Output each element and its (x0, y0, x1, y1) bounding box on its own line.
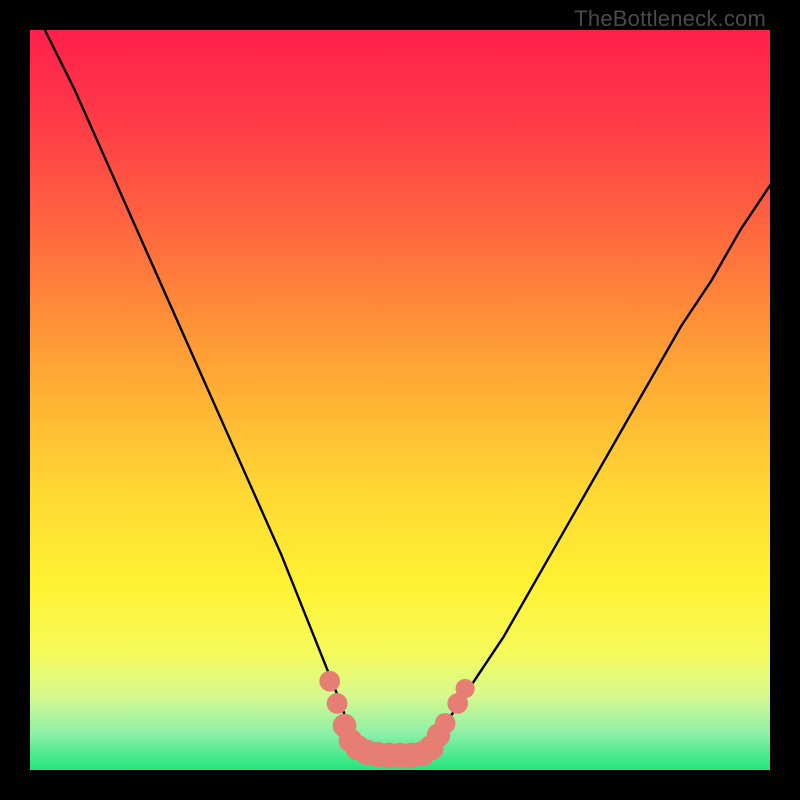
chart-curves (30, 30, 770, 770)
chart-frame: TheBottleneck.com (0, 0, 800, 800)
data-marker (327, 693, 348, 714)
watermark-text: TheBottleneck.com (574, 6, 766, 32)
series-left-branch (45, 30, 356, 748)
series-right-branch (430, 185, 770, 747)
data-marker (435, 713, 456, 734)
data-marker (456, 679, 475, 698)
data-marker (319, 671, 340, 692)
plot-area (30, 30, 770, 770)
